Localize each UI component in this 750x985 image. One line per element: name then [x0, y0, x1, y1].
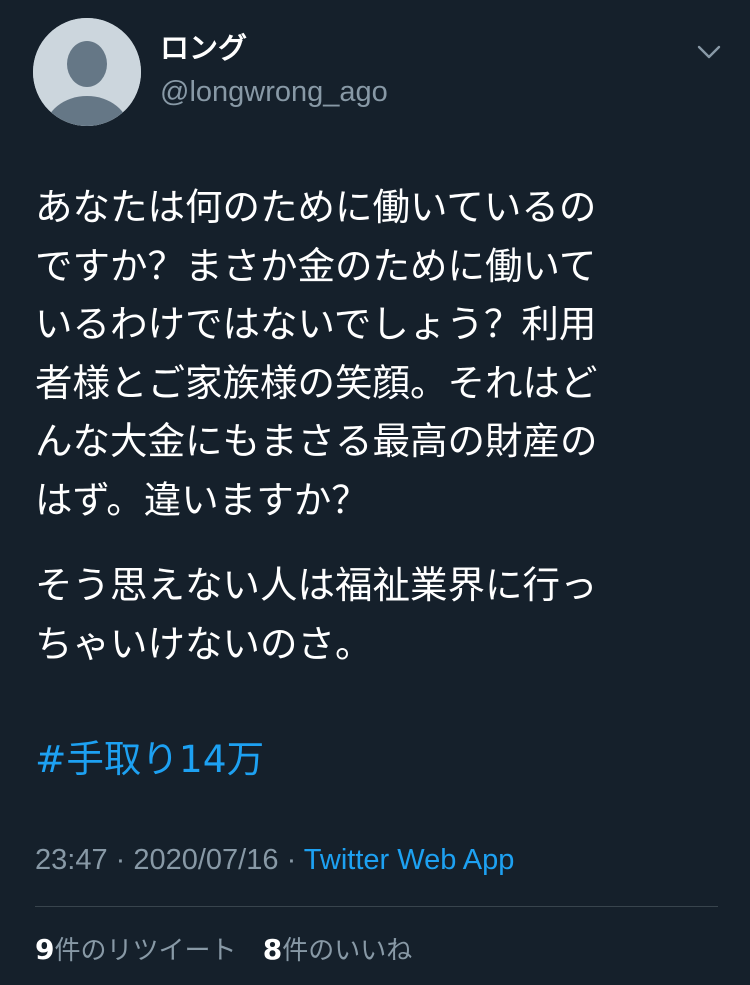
likes-count: 8: [262, 933, 283, 966]
author-display-name[interactable]: ロング: [160, 30, 388, 66]
tweet-text: あなたは何のために働いているの ですか？まさか金のために働いて いるわけではない…: [35, 178, 695, 673]
tweet-time[interactable]: 23:47: [35, 844, 108, 876]
tweet-line: そう思えない人は福祉業界に行っ: [35, 563, 598, 607]
chevron-down-icon[interactable]: [694, 40, 724, 64]
tweet-paragraph-1: あなたは何のために働いているの ですか？まさか金のために働いて いるわけではない…: [35, 178, 695, 529]
tweet-date[interactable]: 2020/07/16: [133, 844, 278, 876]
tweet-stats: 9件のリツイート 8件のいいね: [35, 930, 412, 971]
tweet-paragraph-2: そう思えない人は福祉業界に行っ ちゃいけないのさ。: [35, 556, 695, 673]
avatar[interactable]: [33, 18, 141, 126]
tweet-meta: 23:47 · 2020/07/16 · Twitter Web App: [35, 840, 514, 880]
retweets-count: 9: [35, 933, 55, 966]
tweet-line: ですか？まさか金のために働いて: [35, 243, 597, 288]
retweets-label: 件のリツイート: [54, 936, 237, 966]
tweet-line: あなたは何のために働いているの: [35, 185, 597, 229]
tweet-line: 者様とご家族様の笑顔。それはど: [35, 360, 598, 405]
divider: [35, 906, 718, 907]
tweet-line: はず。違いますか？: [35, 477, 369, 522]
likes-stat[interactable]: 8件のいいね: [263, 930, 413, 971]
meta-separator: ·: [107, 844, 134, 876]
tweet-line: いるわけではないでしょう？利用: [35, 302, 597, 346]
tweet: ロング @longwrong_ago あなたは何のために働いているの ですか？ま…: [0, 0, 750, 985]
author-names[interactable]: ロング @longwrong_ago: [160, 30, 388, 110]
tweet-source-link[interactable]: Twitter Web App: [304, 844, 515, 876]
author-handle[interactable]: @longwrong_ago: [160, 74, 388, 110]
tweet-line: ちゃいけないのさ。: [35, 621, 373, 666]
retweets-stat[interactable]: 9件のリツイート: [35, 930, 237, 971]
meta-separator: ·: [278, 844, 304, 876]
tweet-line: んな大金にもまさる最高の財産の: [35, 419, 598, 463]
default-avatar-person-icon: [33, 18, 141, 126]
hashtag-link[interactable]: #手取り14万: [35, 730, 264, 788]
likes-label: 件のいいね: [282, 936, 413, 966]
